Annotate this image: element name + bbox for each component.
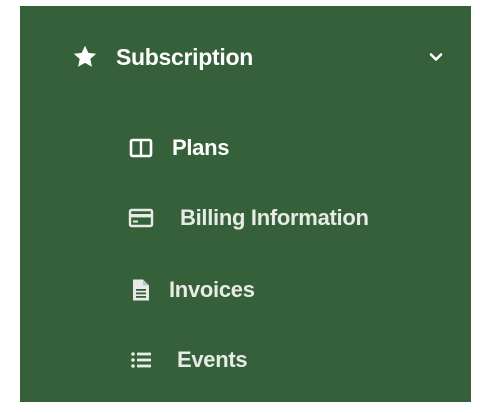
page: Subscription Plans Billing Information I…: [0, 0, 480, 413]
sidebar-item-label: Plans: [172, 135, 230, 160]
star-icon: [73, 45, 97, 67]
file-text-icon: [133, 279, 149, 301]
sidebar-item-label: Billing Information: [180, 205, 369, 230]
subscription-menu-toggle[interactable]: Subscription: [20, 6, 471, 106]
sidebar-menu: Subscription Plans Billing Information I…: [20, 6, 471, 402]
sidebar-item-invoices[interactable]: Invoices: [124, 266, 454, 316]
list-icon: [131, 352, 151, 368]
sidebar-item-plans[interactable]: Plans: [124, 124, 454, 174]
subscription-label: Subscription: [116, 44, 253, 70]
sidebar-item-label: Invoices: [169, 277, 255, 302]
columns-icon: [129, 138, 153, 158]
chevron-down-icon: [429, 53, 443, 61]
credit-card-icon: [128, 208, 154, 228]
sidebar-item-events[interactable]: Events: [124, 336, 454, 386]
sidebar-item-label: Events: [177, 347, 248, 372]
sidebar-item-billing-information[interactable]: Billing Information: [124, 194, 454, 244]
